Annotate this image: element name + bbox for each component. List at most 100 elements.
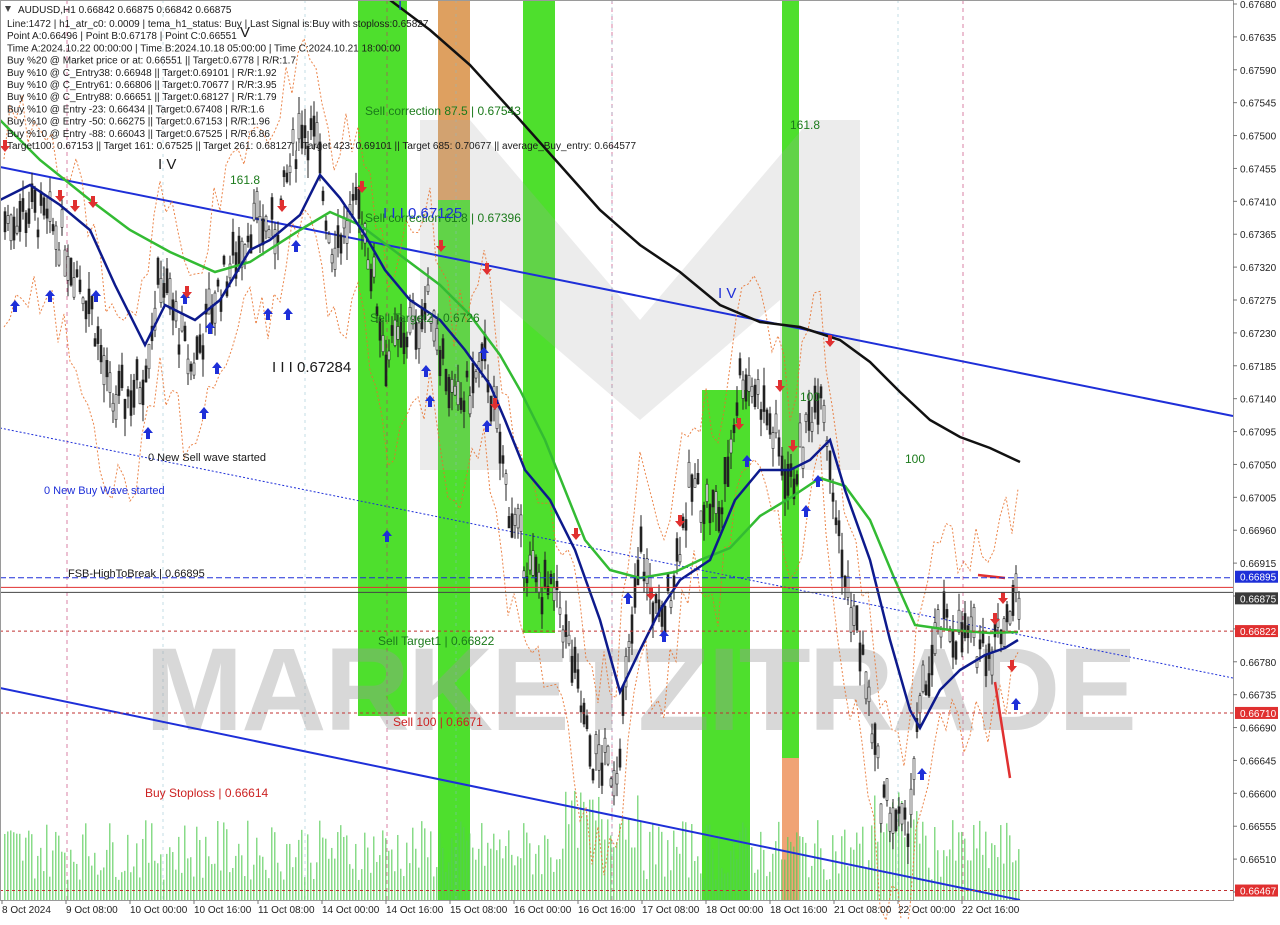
volume-bar [388,850,390,900]
volume-bar [421,821,423,900]
volume-bar [664,876,666,900]
candle-body [708,504,712,524]
candle-body [189,363,193,372]
volume-bar [118,879,120,900]
volume-bar [592,799,594,900]
time-tick-label: 15 Oct 08:00 [450,905,508,916]
volume-bar [184,825,186,900]
candle-body [333,247,337,270]
volume-bar [160,854,162,900]
candle-body [186,358,190,375]
candle-body [516,508,520,529]
candle-body [798,422,802,448]
candle-body [819,386,823,399]
volume-bar [4,833,6,900]
volume-bar [415,848,417,900]
volume-bar [481,823,483,900]
volume-bar [730,850,732,900]
candle-body [63,249,67,277]
time-tick-label: 10 Oct 16:00 [194,905,252,916]
price-tick-label: 0.67275 [1240,296,1277,307]
volume-bar [253,864,255,900]
volume-bar [961,831,963,900]
volume-bar [472,847,474,900]
volume-bar [61,851,63,900]
volume-bar [721,868,723,900]
volume-bar [865,867,867,900]
volume-bar [34,878,36,900]
candle-body [45,208,49,219]
volume-bar [571,800,573,900]
volume-bar [772,853,774,900]
candle-body [600,762,604,786]
candle-body [705,483,709,502]
chart-window: MARKETZITRADE Sell correction 87.5 | 0.6… [0,0,1280,925]
price-tick-label: 0.66600 [1240,789,1277,800]
volume-bar [748,846,750,900]
volume-bar [583,801,585,900]
volume-bar [760,831,762,900]
time-tick-label: 14 Oct 16:00 [386,905,444,916]
volume-bar [526,832,528,900]
candle-body [576,669,580,689]
candle-body [255,191,259,219]
volume-bar [478,848,480,900]
volume-bar [724,873,726,900]
candle-body [1017,597,1021,620]
volume-bar [532,874,534,900]
volume-bar [214,863,216,900]
candle-body [903,807,907,820]
volume-bar [595,820,597,900]
candle-body [501,455,505,464]
candle-body [522,570,526,578]
candle-body [741,379,745,399]
volume-bar [175,869,177,900]
candle-body [762,385,766,412]
time-tick-label: 11 Oct 08:00 [258,905,315,916]
candle-body [309,118,313,131]
volume-bar [553,871,555,900]
volume-bar [766,876,768,900]
candle-body [1008,611,1012,625]
candle-body [726,456,730,487]
volume-bar [778,821,780,900]
volume-bar [202,877,204,900]
candle-body [912,758,916,780]
volume-bar [370,872,372,900]
volume-bar [424,828,426,900]
candle-body [354,186,358,201]
candle-body [417,322,421,350]
volume-bar [823,869,825,900]
candle-body [198,334,202,353]
price-badge-label: 0.66895 [1240,573,1277,584]
volume-bar [301,829,303,900]
info-line: Buy %10 @ C_Entry38: 0.66948 || Target:0… [7,68,277,79]
price-tick-label: 0.67500 [1240,132,1277,143]
price-chart[interactable]: MARKETZITRADE Sell correction 87.5 | 0.6… [0,0,1280,925]
candle-body [591,769,595,781]
price-tick-label: 0.67590 [1240,66,1277,77]
volume-bar [880,820,882,900]
volume-bar [256,837,258,900]
volume-bar [970,860,972,900]
candle-body [303,125,307,139]
candle-body [717,507,721,532]
volume-bar [922,821,924,900]
buy-arrow-icon [283,308,293,320]
volume-bar [874,795,876,900]
candle-body [678,554,682,563]
volume-bar [40,847,42,900]
volume-bar [76,863,78,900]
volume-bar [352,868,354,900]
candle-body [732,424,736,434]
volume-bar [1012,862,1014,900]
candle-body [552,587,556,601]
volume-bar [655,864,657,900]
volume-bar [682,821,684,900]
candle-body [882,784,886,798]
volume-bar [937,850,939,900]
volume-bar [697,856,699,900]
volume-bar [886,823,888,900]
volume-bar [1015,860,1017,900]
candle-body [957,609,961,633]
